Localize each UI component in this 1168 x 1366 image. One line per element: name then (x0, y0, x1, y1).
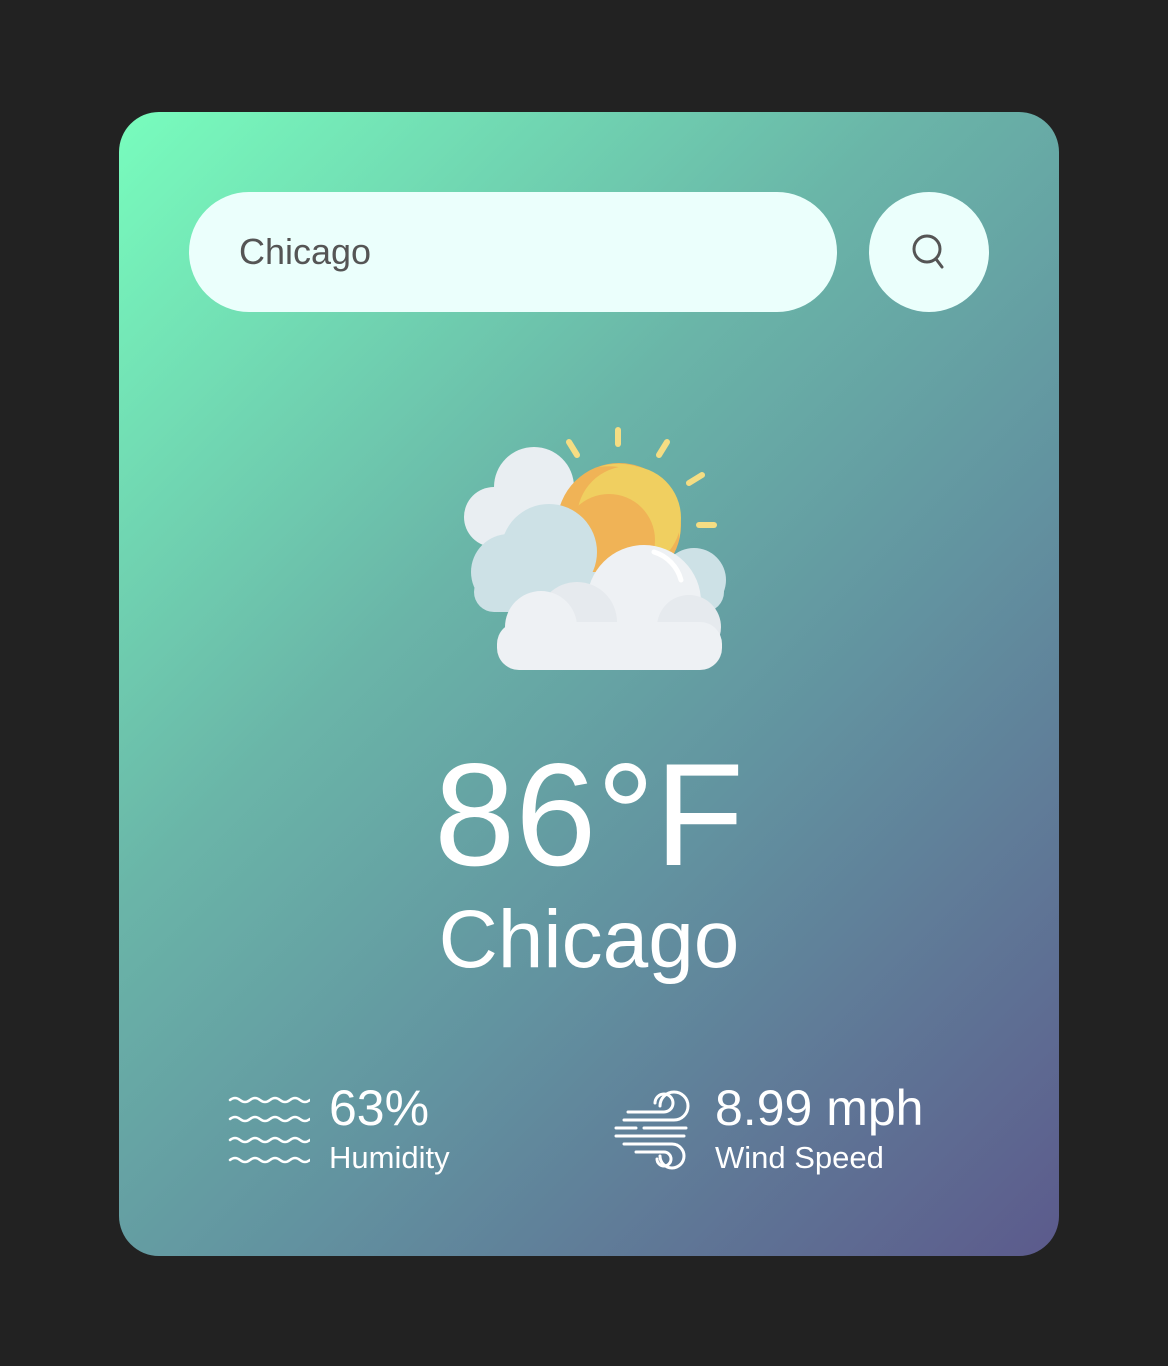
temperature: 86°F (434, 733, 744, 896)
wind-speed-label: Wind Speed (715, 1140, 884, 1175)
humidity-value: 63% (329, 1080, 430, 1136)
weather-card: 86°F Chicago 63% Humidity 8.99 mph Wind … (119, 112, 1059, 1256)
humidity-waves-icon (228, 1096, 310, 1164)
search-icon (912, 234, 944, 269)
partly-cloudy-icon (464, 427, 726, 670)
wind-speed-value: 8.99 mph (715, 1080, 924, 1136)
wind-icon (614, 1090, 690, 1170)
search-button[interactable] (869, 192, 989, 312)
search-input[interactable] (189, 192, 837, 312)
city-name: Chicago (438, 894, 740, 985)
humidity-label: Humidity (329, 1140, 450, 1175)
